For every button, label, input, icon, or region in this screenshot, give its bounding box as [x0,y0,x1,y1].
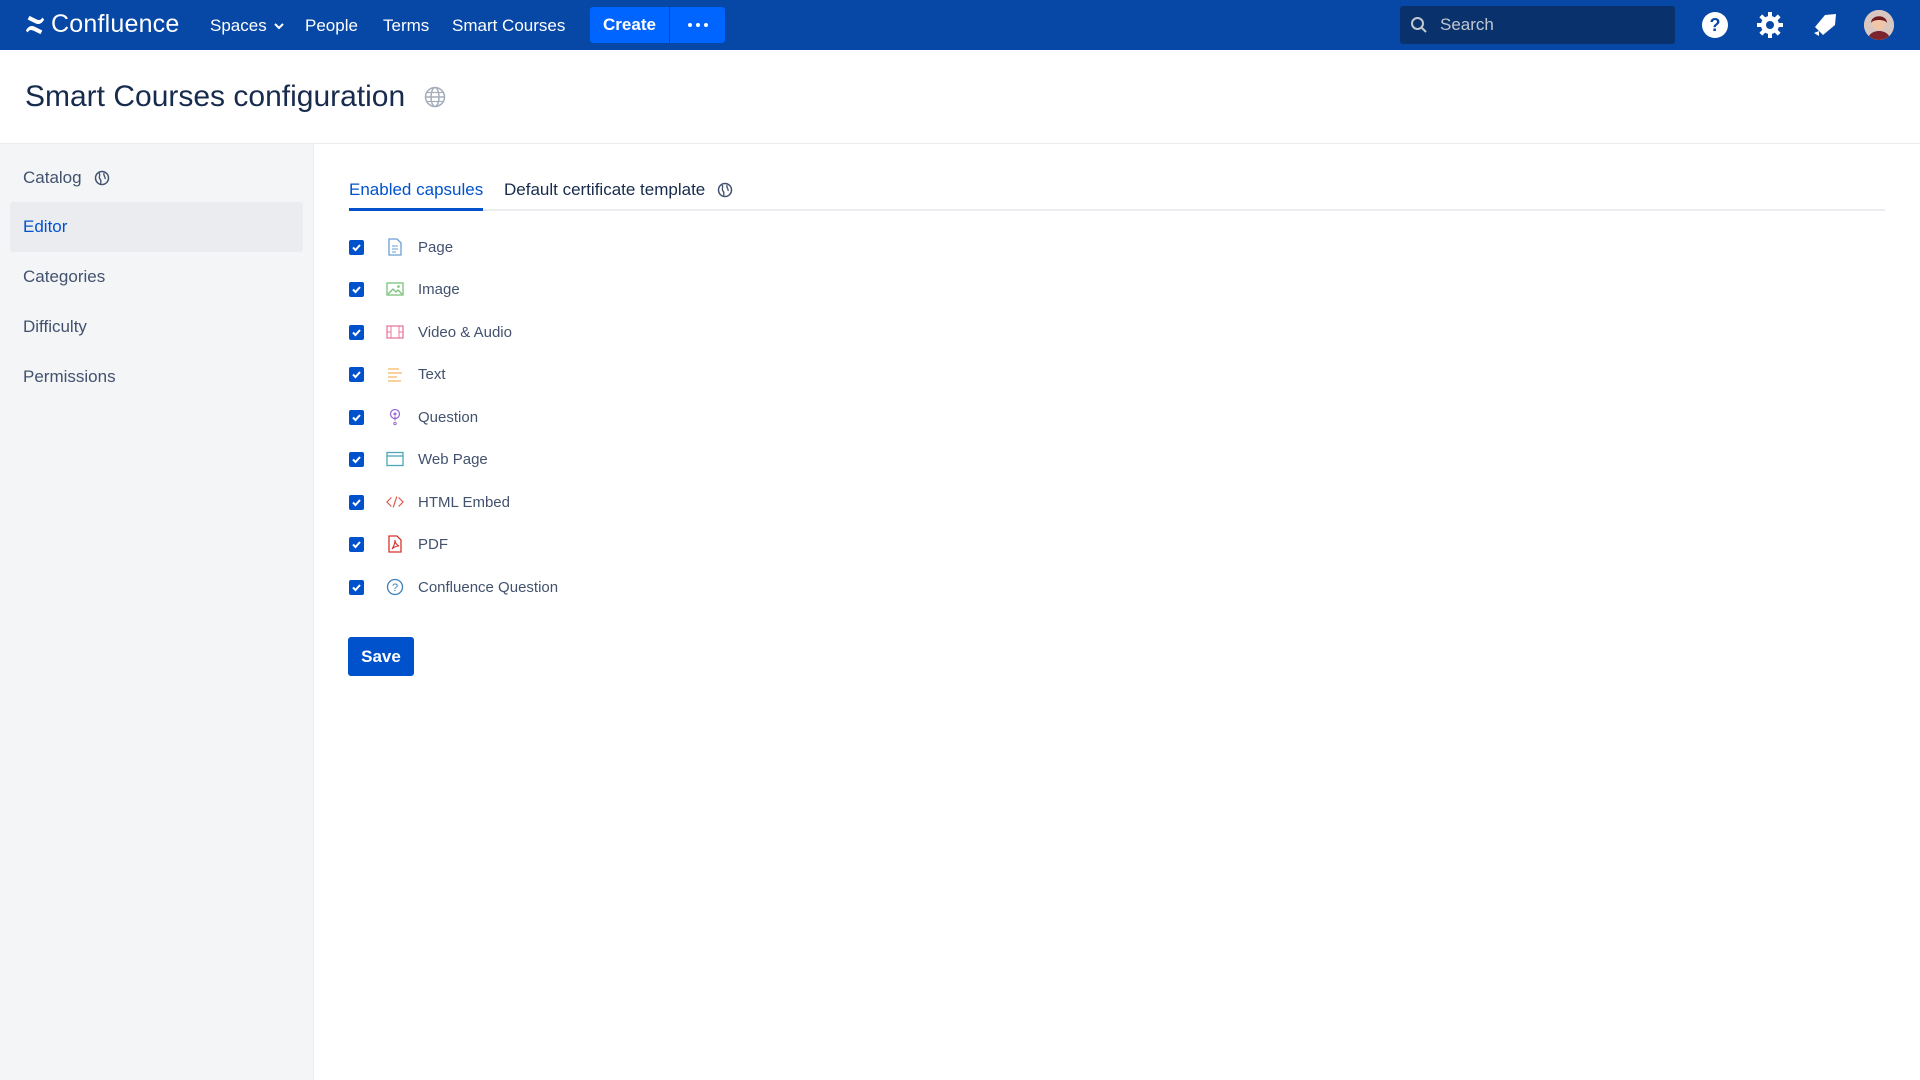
page-header: Smart Courses configuration [0,50,1920,144]
code-icon [386,493,404,511]
top-navigation: Confluence Spaces People Terms Smart Cou… [0,0,1920,50]
web-page-icon [386,450,404,468]
nav-terms-label: Terms [383,16,430,35]
capsule-checkbox[interactable] [349,324,364,340]
text-icon [386,365,404,383]
nav-people-label: People [305,16,358,35]
confluence-question-icon: ? [386,578,404,596]
capsule-checkbox[interactable] [349,239,364,255]
nav-spaces-label: Spaces [210,16,267,35]
capsule-label: Question [418,408,479,426]
sidebar-item-label: Editor [23,217,68,236]
settings-icon[interactable] [1756,11,1784,39]
capsule-checkbox[interactable] [349,536,364,552]
image-icon [386,280,404,298]
help-icon[interactable]: ? [1701,11,1729,39]
sidebar-item-editor[interactable]: Editor [10,202,303,252]
pdf-icon [386,535,404,553]
video-icon [386,323,404,341]
capsule-checkbox[interactable] [349,366,364,382]
nav-terms[interactable]: Terms [383,16,429,36]
capsule-question: Question [349,405,478,429]
capsule-label: Image [418,280,460,298]
capsule-label: Page [418,238,454,256]
sidebar-item-label: Catalog [23,168,82,187]
capsule-checkbox[interactable] [349,281,364,297]
sidebar-item-label: Categories [23,267,106,286]
capsule-checkbox[interactable] [349,451,364,467]
tab-label: Enabled capsules [349,180,484,199]
svg-text:?: ? [392,582,398,594]
nav-spaces[interactable]: Spaces [210,16,285,36]
capsule-label: Text [418,365,446,383]
tab-default-certificate-template[interactable]: Default certificate template [504,180,733,211]
capsule-checkbox[interactable] [349,579,364,595]
globe-icon[interactable] [424,86,446,108]
capsule-video-audio: Video & Audio [349,320,512,344]
capsule-label: Web Page [418,450,488,468]
nav-smart-courses-label: Smart Courses [452,16,566,35]
nav-smart-courses[interactable]: Smart Courses [452,16,565,36]
capsule-text: Text [349,362,446,386]
sidebar-item-label: Permissions [23,367,116,386]
nav-people[interactable]: People [305,16,358,36]
sidebar-item-permissions[interactable]: Permissions [10,352,303,402]
search-icon [1411,17,1427,33]
capsule-checkbox[interactable] [349,494,364,510]
page-icon [386,238,404,256]
confluence-logo-icon [25,15,45,34]
sidebar: Catalog Editor Categories Difficulty Per… [0,144,314,1080]
sidebar-item-label: Difficulty [23,317,87,336]
notifications-icon[interactable] [1811,11,1839,39]
chevron-down-icon [273,23,284,30]
capsule-html-embed: HTML Embed [349,490,510,514]
sidebar-item-categories[interactable]: Categories [10,252,303,302]
capsule-image: Image [349,277,460,301]
tab-bar: Enabled capsules Default certificate tem… [349,176,1885,211]
confluence-logo[interactable]: Confluence [24,10,179,39]
capsule-label: PDF [418,535,448,553]
capsule-label: Video & Audio [418,323,512,341]
globe-icon [94,170,109,186]
avatar[interactable] [1864,10,1894,40]
save-button[interactable]: Save [348,637,414,676]
capsule-pdf: PDF [349,532,448,556]
capsule-label: Confluence Question [418,578,559,596]
svg-text:?: ? [1710,15,1721,35]
logo-text: Confluence [51,10,180,38]
sidebar-item-difficulty[interactable]: Difficulty [10,302,303,352]
question-icon [386,408,404,426]
capsule-confluence-question: ? Confluence Question [349,575,558,599]
create-button[interactable]: Create [590,7,669,43]
page-title: Smart Courses configuration [25,80,406,113]
tab-enabled-capsules[interactable]: Enabled capsules [349,180,484,211]
capsule-web-page: Web Page [349,447,488,471]
globe-icon [718,182,733,198]
search-box[interactable] [1400,6,1675,44]
tab-label: Default certificate template [504,180,706,199]
more-button[interactable] [670,7,725,43]
capsule-label: HTML Embed [418,493,510,511]
more-icon [687,23,692,27]
capsule-checkbox[interactable] [349,409,364,425]
capsule-page: Page [349,235,453,259]
search-input[interactable] [1440,15,1660,35]
sidebar-item-catalog[interactable]: Catalog [10,153,303,203]
